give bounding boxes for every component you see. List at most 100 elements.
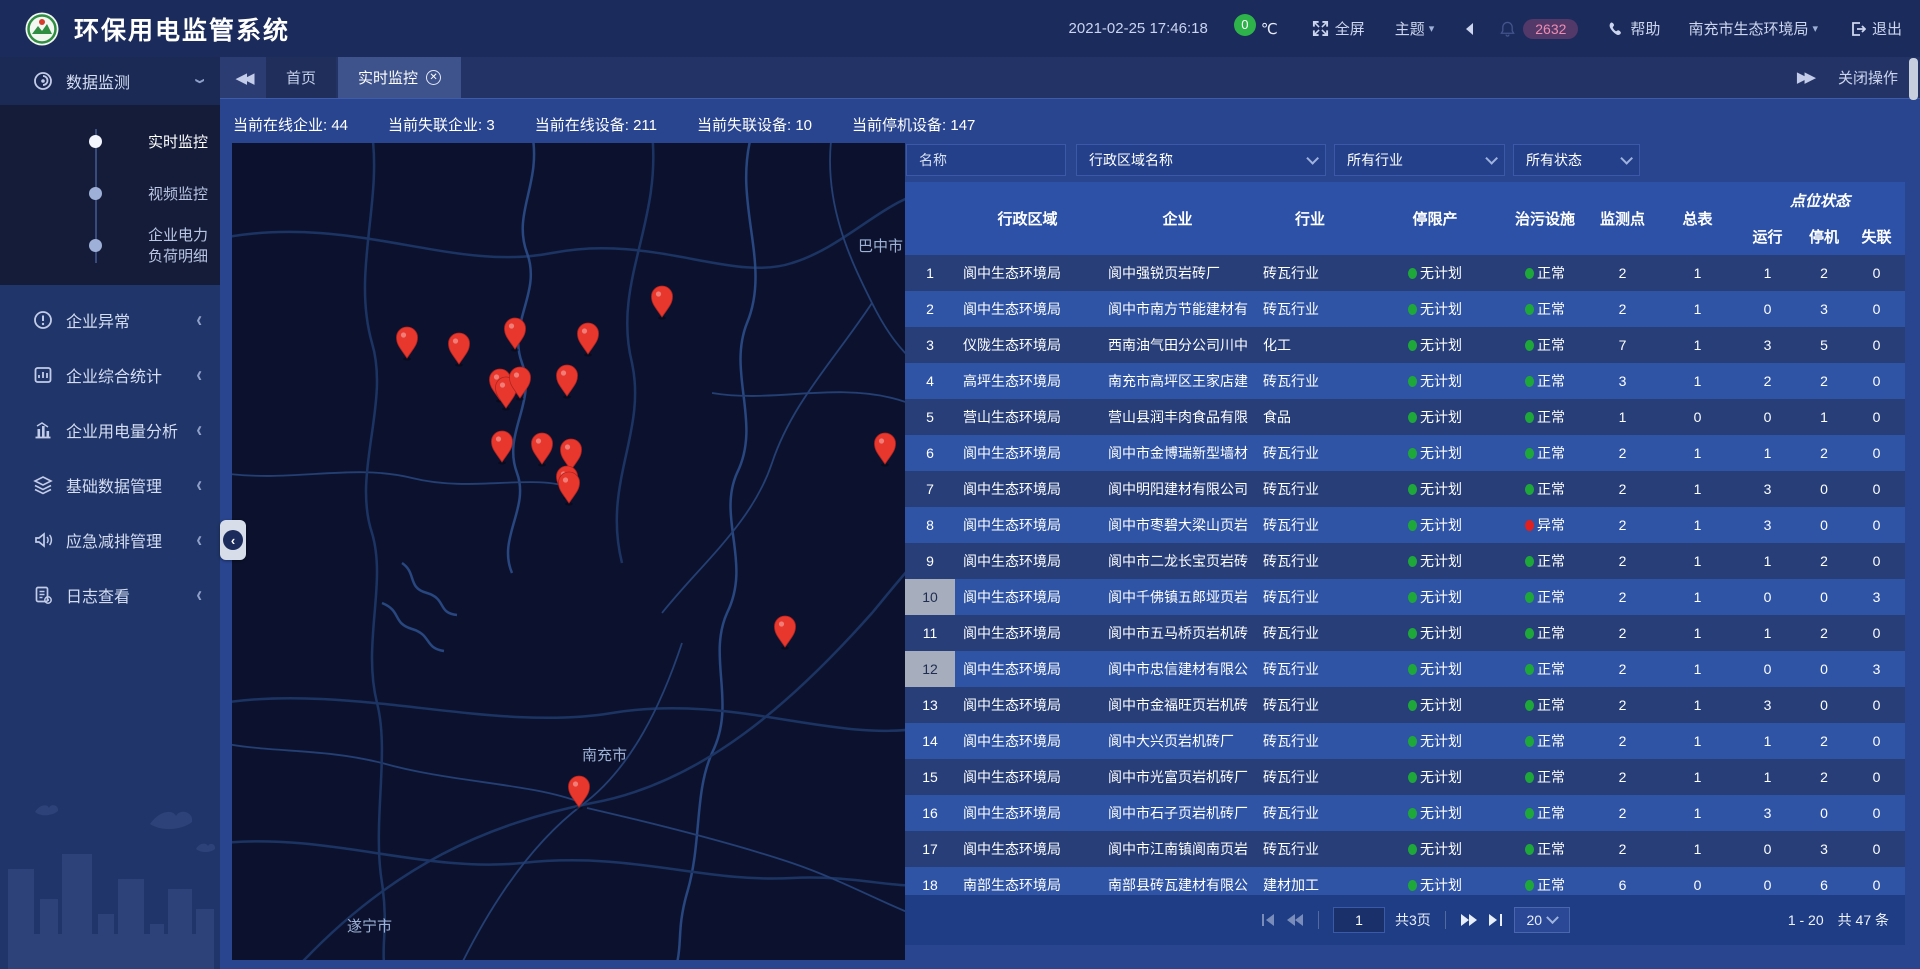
table-row[interactable]: 1阆中生态环境局阆中强锐页岩砖厂砖瓦行业无计划正常21120 [905,255,1905,291]
table-row[interactable]: 8阆中生态环境局阆中市枣碧大梁山页岩砖瓦行业无计划异常21300 [905,507,1905,543]
sidebar-subitem[interactable]: 企业电力负荷明细 [0,219,220,271]
map-pin-icon[interactable] [449,333,470,367]
row-pollution-facility-cell: 正常 [1505,695,1585,715]
status-dot-green-icon [1408,412,1417,423]
row-offline-cell: 0 [1848,625,1905,641]
help-button[interactable]: 帮助 [1608,18,1660,39]
last-page-button[interactable] [1488,913,1504,927]
column-header-index [905,182,955,255]
tab-close-icon[interactable]: ✕ [426,70,441,85]
row-total-meter-cell: 1 [1660,265,1735,281]
tabs-scroll-right-button[interactable]: ▶▶ [1797,68,1812,87]
scrollbar-thumb[interactable] [1909,58,1918,100]
row-region-cell: 阆中生态环境局 [955,623,1100,643]
status-dot-green-icon [1408,556,1417,567]
row-monitor-points-cell: 2 [1585,265,1660,281]
table-row[interactable]: 17阆中生态环境局阆中市江南镇阆南页岩砖瓦行业无计划正常21030 [905,831,1905,867]
logout-button[interactable]: 退出 [1850,18,1902,39]
map-pin-icon[interactable] [505,318,526,352]
app-logo-icon [24,11,60,47]
status-dot-red-icon [1525,520,1534,531]
table-row[interactable]: 9阆中生态环境局阆中市二龙长宝页岩砖砖瓦行业无计划正常21120 [905,543,1905,579]
table-row[interactable]: 6阆中生态环境局阆中市金博瑞新型墙材砖瓦行业无计划正常21120 [905,435,1905,471]
row-stopped-cell: 6 [1800,877,1848,893]
tabs-scroll-left-button[interactable]: ◀◀ [220,57,266,98]
sidebar-subitem[interactable]: 视频监控 [0,167,220,219]
table-row[interactable]: 2阆中生态环境局阆中市南方节能建材有砖瓦行业无计划正常21030 [905,291,1905,327]
table-row[interactable]: 15阆中生态环境局阆中市光富页岩机砖厂砖瓦行业无计划正常21120 [905,759,1905,795]
row-production-limit-cell: 无计划 [1365,623,1505,643]
divider [1318,911,1319,929]
close-operations-menu[interactable]: 关闭操作 [1838,67,1898,88]
chevron-left-icon: ‹ [231,533,235,548]
row-industry-cell: 砖瓦行业 [1255,839,1365,859]
map-pin-icon[interactable] [775,616,796,650]
submenu-dot-icon [89,135,102,148]
sidebar-item-6[interactable]: 应急减排管理‹ [0,512,220,567]
stat-value: 44 [331,117,348,134]
double-chevron-right-icon: ▶▶ [1797,69,1812,86]
table-row[interactable]: 14阆中生态环境局阆中大兴页岩机砖厂砖瓦行业无计划正常21120 [905,723,1905,759]
map-pin-icon[interactable] [397,327,418,361]
row-total-meter-cell: 1 [1660,769,1735,785]
map-pin-icon[interactable] [578,323,599,357]
row-stopped-cell: 3 [1800,301,1848,317]
notifications-button[interactable]: 2632 [1500,19,1578,39]
previous-page-button[interactable] [1286,913,1304,927]
table-row[interactable]: 3仪陇生态环境局西南油气田分公司川中化工无计划正常71350 [905,327,1905,363]
table-row[interactable]: 12阆中生态环境局阆中市忠信建材有限公砖瓦行业无计划正常21003 [905,651,1905,687]
map-pin-icon[interactable] [875,433,896,467]
theme-menu[interactable]: 主题▾ [1395,18,1435,39]
row-production-limit-cell: 无计划 [1365,371,1505,391]
column-header-region: 行政区域 [955,182,1100,255]
row-offline-cell: 0 [1848,409,1905,425]
chevron-left-icon: ‹ [196,527,202,553]
table-row[interactable]: 16阆中生态环境局阆中市石子页岩机砖厂砖瓦行业无计划正常21300 [905,795,1905,831]
status-filter-select[interactable]: 所有状态 [1513,144,1640,176]
name-filter-input[interactable] [919,152,1053,168]
sidebar-item-1[interactable]: 数据监测‹ [0,57,220,105]
sidebar-item-2[interactable]: 企业异常‹ [0,292,220,347]
page-number-input[interactable]: 1 [1333,907,1385,933]
row-offline-cell: 0 [1848,265,1905,281]
next-page-button[interactable] [1460,913,1478,927]
speaker-icon [33,530,53,550]
row-region-cell: 阆中生态环境局 [955,479,1100,499]
mute-button[interactable] [1462,22,1476,36]
row-industry-cell: 砖瓦行业 [1255,443,1365,463]
row-offline-cell: 3 [1848,661,1905,677]
region-filter-select[interactable]: 行政区域名称 [1076,144,1326,176]
table-row[interactable]: 18南部生态环境局南部县砖瓦建材有限公建材加工无计划正常60060 [905,867,1905,895]
row-monitor-points-cell: 2 [1585,625,1660,641]
sidebar-item-4[interactable]: 企业用电量分析‹ [0,402,220,457]
tab-实时监控[interactable]: 实时监控✕ [338,57,461,98]
organization-menu[interactable]: 南充市生态环境局▾ [1688,18,1818,39]
map-panel[interactable]: 巴中市南充市遂宁市 [232,143,905,960]
map-pin-icon[interactable] [557,365,578,399]
sidebar-item-5[interactable]: 基础数据管理‹ [0,457,220,512]
row-total-meter-cell: 1 [1660,661,1735,677]
map-pin-icon[interactable] [532,433,553,467]
status-dot-green-icon [1525,880,1534,891]
tab-首页[interactable]: 首页 [266,57,336,98]
table-row[interactable]: 7阆中生态环境局阆中明阳建材有限公司砖瓦行业无计划正常21300 [905,471,1905,507]
sidebar-item-3[interactable]: 企业综合统计‹ [0,347,220,402]
first-page-button[interactable] [1260,913,1276,927]
fullscreen-button[interactable]: 全屏 [1312,18,1365,39]
row-company-cell: 南充市高坪区王家店建 [1100,371,1255,391]
stat-value: 10 [795,117,812,134]
row-production-limit-cell: 无计划 [1365,767,1505,787]
industry-filter-select[interactable]: 所有行业 [1334,144,1505,176]
table-row[interactable]: 13阆中生态环境局阆中市金福旺页岩机砖砖瓦行业无计划正常21300 [905,687,1905,723]
table-row[interactable]: 11阆中生态环境局阆中市五马桥页岩机砖砖瓦行业无计划正常21120 [905,615,1905,651]
table-row[interactable]: 10阆中生态环境局阆中千佛镇五郎垭页岩砖瓦行业无计划正常21003 [905,579,1905,615]
map-collapse-button[interactable]: ‹ [220,520,246,560]
map-pin-icon[interactable] [559,472,580,506]
table-row[interactable]: 4高坪生态环境局南充市高坪区王家店建砖瓦行业无计划正常31220 [905,363,1905,399]
map-pin-icon[interactable] [652,286,673,320]
page-size-select[interactable]: 20 [1514,907,1570,933]
sidebar-item-7[interactable]: 日志查看‹ [0,567,220,622]
map-pin-icon[interactable] [492,431,513,465]
table-row[interactable]: 5营山生态环境局营山县润丰肉食品有限食品无计划正常10010 [905,399,1905,435]
sidebar-subitem[interactable]: 实时监控 [0,115,220,167]
